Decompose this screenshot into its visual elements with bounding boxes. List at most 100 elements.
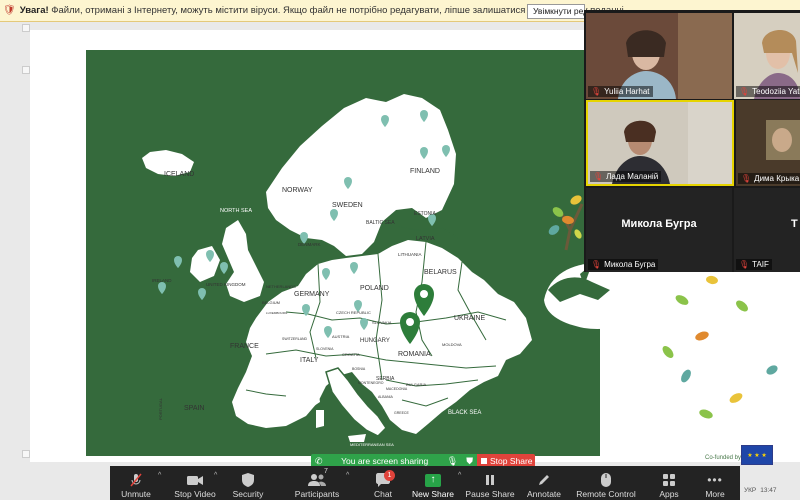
island-sicily [348, 434, 366, 442]
map-pin [220, 262, 228, 274]
video-tile[interactable]: 🎙 Yuliia Harhat [586, 13, 732, 99]
video-tile[interactable]: 🎙 Дима Крыка [736, 100, 800, 186]
ruler-handle[interactable] [22, 24, 30, 32]
more-dots-icon: ••• [707, 473, 723, 487]
mic-muted-icon [128, 471, 144, 489]
label-norway: NORWAY [282, 187, 313, 194]
label-germany: GERMANY [294, 291, 330, 298]
label-belgium: BELGIUM [262, 300, 280, 305]
label-moldova: MOLDOVA [442, 342, 462, 347]
clock: 13:47 [760, 486, 777, 494]
country-ireland [190, 246, 220, 282]
mic-muted-icon: 🎙 [739, 260, 750, 269]
chat-unread-badge: 1 [384, 470, 395, 481]
mic-muted-icon: 🎙 [741, 174, 752, 183]
label-slovenia: SLOVENIA [316, 347, 334, 351]
share-options-caret[interactable]: ^ [458, 472, 461, 479]
audio-options-caret[interactable]: ^ [158, 472, 161, 479]
label-netherlands: NETHERLANDS [266, 284, 296, 289]
video-tile-active-speaker[interactable]: 🎙 Лада Маланій [586, 100, 734, 186]
label-mediterranean: MEDITERRANEAN SEA [350, 442, 394, 447]
label-belarus: BELARUS [424, 269, 457, 276]
label-bulgaria: BULGARIA [406, 382, 427, 387]
label-latvia: LATVIA [416, 236, 435, 242]
label-austria: AUSTRIA [332, 334, 350, 339]
pause-share-button[interactable]: Pause Share [465, 466, 515, 500]
unmute-button[interactable]: Unmute [116, 466, 156, 500]
label-bosnia: BOSNIA [352, 367, 366, 371]
participants-options-caret[interactable]: ^ [346, 472, 349, 479]
people-icon: 7 [307, 468, 328, 489]
remote-control-button[interactable]: Remote Control [576, 466, 636, 500]
chat-bubble-icon: 1 [375, 470, 395, 489]
participant-name-label: 🎙 Микола Бугра [588, 259, 659, 270]
label-croatia: CROATIA [342, 352, 360, 357]
map-pin [158, 282, 166, 294]
country-scandinavia [266, 94, 456, 256]
label-romania: ROMANIA [398, 351, 431, 358]
video-tile[interactable]: 🎙 Микола Бугра [586, 188, 732, 272]
apps-button[interactable]: Apps [654, 466, 684, 500]
europe-map: ICELAND NORTH SEA NORWAY SWEDEN FINLAND … [86, 50, 600, 456]
label-albania: ALBANIA [378, 395, 393, 399]
video-camera-icon [186, 471, 204, 489]
annotate-button[interactable]: Annotate [524, 466, 564, 500]
phone-icon: ✆ [315, 455, 323, 466]
island-gotland [378, 196, 390, 210]
participant-name-label: 🎙 Yuliia Harhat [588, 86, 653, 97]
label-montenegro: MONTENEGRO [358, 381, 384, 385]
label-czech: CZECH REPUBLIC [336, 310, 371, 315]
label-spain: SPAIN [184, 405, 205, 412]
system-tray: УКР 13:47 [740, 480, 800, 500]
pencil-icon [537, 471, 551, 489]
video-tile[interactable]: 🎙 TAIF [734, 188, 800, 272]
label-france: FRANCE [230, 343, 259, 350]
apps-icon [662, 471, 676, 489]
chat-button[interactable]: 1 Chat [368, 466, 398, 500]
mic-muted-icon[interactable]: 🎙 [447, 456, 458, 467]
ruler-handle[interactable] [22, 66, 30, 74]
security-button[interactable]: Security [230, 466, 266, 500]
label-italy: ITALY [300, 357, 319, 364]
label-north-sea: NORTH SEA [220, 208, 252, 214]
mic-muted-icon: 🎙 [739, 87, 750, 96]
cofunded-text: Co-funded by [705, 455, 742, 461]
sharing-status-text: You are screen sharing [341, 456, 429, 466]
ruler-handle[interactable] [22, 450, 30, 458]
participant-name-label: 🎙Teodoziia Yatsk [736, 86, 800, 97]
share-screen-icon: ↑ [425, 471, 441, 489]
label-sweden: SWEDEN [332, 202, 363, 209]
shield-icon[interactable]: ⛊ [466, 456, 473, 467]
label-slovakia: SLOVAKIA [372, 320, 392, 325]
map-pin [198, 288, 206, 300]
shield-warning-icon: 🛡 [3, 5, 16, 16]
participants-button[interactable]: 7 Participants [292, 466, 342, 500]
label-ireland: IRELAND [152, 278, 172, 283]
enable-editing-button[interactable]: Увімкнути редагування [527, 4, 585, 19]
europe-map-graphic: ICELAND NORTH SEA NORWAY SWEDEN FINLAND … [142, 94, 532, 447]
keyboard-language[interactable]: УКР [744, 487, 756, 494]
participants-count: 7 [324, 468, 328, 475]
more-button[interactable]: ••• More [700, 466, 730, 500]
label-denmark: DENMARK [298, 242, 321, 247]
new-share-button[interactable]: ↑ New Share [410, 466, 456, 500]
video-gallery: 🎙Yuliia Harhat 🎙Teodoziia Yatsk 🎙Лада Ма… [584, 10, 800, 272]
label-estonia: ESTONIA [414, 211, 437, 217]
label-hungary: HUNGARY [360, 338, 390, 344]
participant-name-label: 🎙 Лада Маланій [590, 171, 662, 182]
label-black-sea: BLACK SEA [448, 410, 481, 416]
shield-icon [241, 471, 255, 489]
label-macedonia: MACEDONIA [386, 387, 408, 391]
label-switzerland: SWITZERLAND [282, 337, 308, 341]
video-options-caret[interactable]: ^ [214, 472, 217, 479]
participant-name-label: 🎙 Дима Крыка [738, 173, 800, 184]
stop-video-button[interactable]: Stop Video [172, 466, 218, 500]
video-tile[interactable]: 🎙Teodoziia Yatsk [734, 13, 800, 99]
map-pin [174, 256, 182, 268]
screen: 🛡 Увага! Файли, отримані з Інтернету, мо… [0, 0, 800, 500]
label-portugal: PORTUGAL [158, 397, 163, 420]
mic-muted-icon: 🎙 [591, 260, 602, 269]
country-mainland [232, 240, 532, 434]
mic-muted-icon: 🎙 [591, 87, 602, 96]
eu-flag-icon: ★ ★ ★ [741, 445, 773, 465]
